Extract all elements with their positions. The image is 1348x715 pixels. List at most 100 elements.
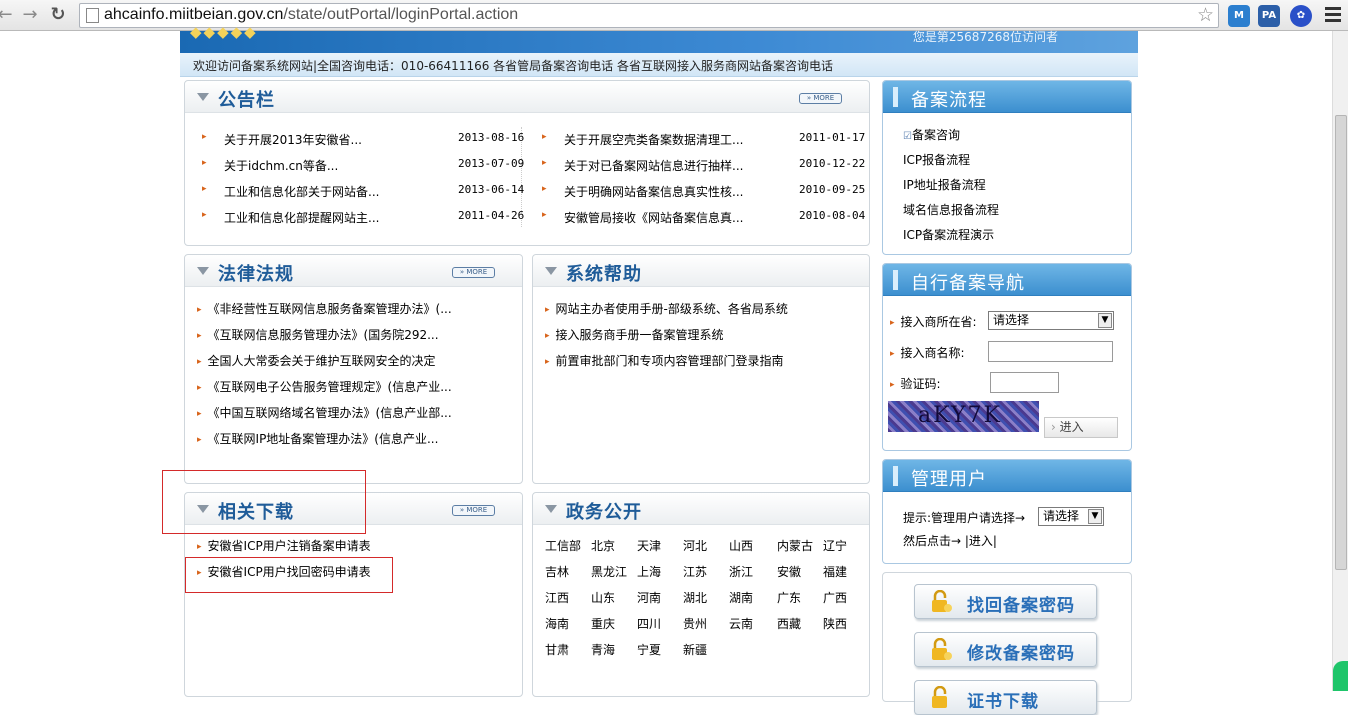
province-link[interactable]: 工信部 bbox=[545, 537, 581, 554]
floating-widget-icon[interactable] bbox=[1333, 661, 1348, 691]
law-item-title[interactable]: 《互联网IP地址备案管理办法》(信息产业... bbox=[208, 432, 439, 446]
province-link[interactable]: 山西 bbox=[729, 537, 753, 554]
province-link[interactable]: 上海 bbox=[637, 563, 661, 580]
process-item[interactable]: ICP报备流程 bbox=[903, 151, 970, 168]
recover-password-button[interactable]: 找回备案密码 bbox=[914, 584, 1097, 619]
notice-item[interactable]: ▸ 安徽管局接收《网站备案信息真... 2010-08-04 bbox=[542, 209, 865, 226]
notice-item[interactable]: ▸ 关于开展空壳类备案数据清理工... 2011-01-17 bbox=[542, 131, 865, 148]
province-link[interactable]: 安徽 bbox=[777, 563, 801, 580]
vertical-scrollbar[interactable] bbox=[1332, 31, 1348, 691]
process-item-title[interactable]: 域名信息报备流程 bbox=[903, 203, 999, 217]
help-item[interactable]: ▸ 网站主办者使用手册-部级系统、各省局系统 bbox=[545, 300, 788, 317]
notice-item-title[interactable]: 关于开展2013年安徽省... bbox=[224, 131, 362, 148]
province-link[interactable]: 内蒙古 bbox=[777, 537, 813, 554]
notice-item-title[interactable]: 关于对已备案网站信息进行抽样... bbox=[564, 157, 743, 174]
law-item[interactable]: ▸ 全国人大常委会关于维护互联网安全的决定 bbox=[197, 352, 436, 369]
notice-item-title[interactable]: 关于idchm.cn等备... bbox=[224, 157, 338, 174]
law-item-title[interactable]: 《非经营性互联网信息服务备案管理办法》(... bbox=[208, 302, 452, 316]
province-link[interactable]: 天津 bbox=[637, 537, 661, 554]
province-link[interactable]: 江苏 bbox=[683, 563, 707, 580]
notice-item-title[interactable]: 关于开展空壳类备案数据清理工... bbox=[564, 131, 743, 148]
province-link[interactable]: 湖南 bbox=[729, 589, 753, 606]
notice-item-title[interactable]: 工业和信息化部关于网站备... bbox=[224, 183, 379, 200]
notice-more-button[interactable]: » MORE bbox=[799, 93, 842, 104]
change-password-button[interactable]: 修改备案密码 bbox=[914, 632, 1097, 667]
law-item[interactable]: ▸ 《互联网IP地址备案管理办法》(信息产业... bbox=[197, 430, 438, 447]
law-more-button[interactable]: » MORE bbox=[452, 267, 495, 278]
url-text[interactable]: ahcainfo.miitbeian.gov.cn/state/outPorta… bbox=[104, 6, 518, 24]
province-link[interactable]: 江西 bbox=[545, 589, 569, 606]
province-link[interactable]: 河北 bbox=[683, 537, 707, 554]
help-item[interactable]: ▸ 接入服务商手册一备案管理系统 bbox=[545, 326, 724, 343]
province-link[interactable]: 云南 bbox=[729, 615, 753, 632]
download-more-button[interactable]: » MORE bbox=[452, 505, 495, 516]
notice-item[interactable]: ▸ 工业和信息化部关于网站备... 2013-06-14 bbox=[202, 183, 524, 200]
forward-icon[interactable]: → bbox=[19, 4, 41, 26]
certificate-download-button[interactable]: 证书下载 bbox=[914, 680, 1097, 715]
help-item-title[interactable]: 网站主办者使用手册-部级系统、各省局系统 bbox=[556, 302, 788, 316]
notice-item-title[interactable]: 关于明确网站备案信息真实性核... bbox=[564, 183, 743, 200]
enter-button[interactable]: › 进入 bbox=[1044, 417, 1118, 438]
law-item[interactable]: ▸ 《非经营性互联网信息服务备案管理办法》(... bbox=[197, 300, 452, 317]
process-item[interactable]: ☑备案咨询 bbox=[903, 126, 960, 143]
process-item-title[interactable]: ICP备案流程演示 bbox=[903, 228, 994, 242]
province-link[interactable]: 广东 bbox=[777, 589, 801, 606]
help-item[interactable]: ▸ 前置审批部门和专项内容管理部门登录指南 bbox=[545, 352, 784, 369]
province-link[interactable]: 黑龙江 bbox=[591, 563, 627, 580]
notice-item[interactable]: ▸ 关于开展2013年安徽省... 2013-08-16 bbox=[202, 131, 524, 148]
province-link[interactable]: 北京 bbox=[591, 537, 615, 554]
baidu-paw-icon[interactable]: ✿ bbox=[1290, 5, 1312, 27]
province-link[interactable]: 广西 bbox=[823, 589, 847, 606]
process-item-title[interactable]: IP地址报备流程 bbox=[903, 178, 986, 192]
provider-name-input[interactable] bbox=[988, 341, 1113, 362]
notice-item[interactable]: ▸ 关于idchm.cn等备... 2013-07-09 bbox=[202, 157, 524, 174]
province-select[interactable]: 请选择 ▼ bbox=[988, 311, 1114, 330]
notice-item[interactable]: ▸ 关于明确网站备案信息真实性核... 2010-09-25 bbox=[542, 183, 865, 200]
reload-icon[interactable]: ↻ bbox=[47, 4, 69, 26]
province-link[interactable]: 西藏 bbox=[777, 615, 801, 632]
province-link[interactable]: 河南 bbox=[637, 589, 661, 606]
province-link[interactable]: 重庆 bbox=[591, 615, 615, 632]
law-item-title[interactable]: 《互联网电子公告服务管理规定》(信息产业... bbox=[208, 380, 452, 394]
province-link[interactable]: 福建 bbox=[823, 563, 847, 580]
process-item-title[interactable]: 备案咨询 bbox=[912, 128, 960, 142]
province-link[interactable]: 辽宁 bbox=[823, 537, 847, 554]
process-item-title[interactable]: ICP报备流程 bbox=[903, 153, 970, 167]
province-link[interactable]: 陕西 bbox=[823, 615, 847, 632]
manage-enter-link[interactable]: |进入| bbox=[965, 534, 997, 548]
province-link[interactable]: 浙江 bbox=[729, 563, 753, 580]
menu-icon[interactable] bbox=[1325, 7, 1341, 25]
law-item-title[interactable]: 《互联网信息服务管理办法》(国务院292... bbox=[208, 328, 439, 342]
province-link[interactable]: 宁夏 bbox=[637, 641, 661, 658]
captcha-input[interactable] bbox=[990, 372, 1059, 393]
help-item-title[interactable]: 前置审批部门和专项内容管理部门登录指南 bbox=[556, 354, 784, 368]
law-item[interactable]: ▸ 《中国互联网络域名管理办法》(信息产业部... bbox=[197, 404, 452, 421]
law-item[interactable]: ▸ 《互联网信息服务管理办法》(国务院292... bbox=[197, 326, 439, 343]
province-link[interactable]: 甘肃 bbox=[545, 641, 569, 658]
extension-icon[interactable]: M bbox=[1228, 5, 1250, 27]
manage-user-select[interactable]: 请选择 ▼ bbox=[1038, 507, 1104, 526]
process-item[interactable]: ICP备案流程演示 bbox=[903, 226, 994, 243]
extension-pa-icon[interactable]: PA bbox=[1258, 5, 1280, 27]
notice-item[interactable]: ▸ 工业和信息化部提醒网站主... 2011-04-26 bbox=[202, 209, 524, 226]
help-item-title[interactable]: 接入服务商手册一备案管理系统 bbox=[556, 328, 724, 342]
province-link[interactable]: 湖北 bbox=[683, 589, 707, 606]
law-item[interactable]: ▸ 《互联网电子公告服务管理规定》(信息产业... bbox=[197, 378, 452, 395]
download-item[interactable]: ▸ 安徽省ICP用户注销备案申请表 bbox=[197, 537, 371, 554]
province-link[interactable]: 海南 bbox=[545, 615, 569, 632]
process-item[interactable]: 域名信息报备流程 bbox=[903, 201, 999, 218]
bookmark-star-icon[interactable]: ☆ bbox=[1197, 4, 1214, 27]
notice-item-title[interactable]: 工业和信息化部提醒网站主... bbox=[224, 209, 379, 226]
province-link[interactable]: 新疆 bbox=[683, 641, 707, 658]
process-item[interactable]: IP地址报备流程 bbox=[903, 176, 986, 193]
law-item-title[interactable]: 全国人大常委会关于维护互联网安全的决定 bbox=[208, 354, 436, 368]
province-link[interactable]: 青海 bbox=[591, 641, 615, 658]
province-link[interactable]: 贵州 bbox=[683, 615, 707, 632]
notice-item-title[interactable]: 安徽管局接收《网站备案信息真... bbox=[564, 209, 743, 226]
province-link[interactable]: 四川 bbox=[637, 615, 661, 632]
province-link[interactable]: 吉林 bbox=[545, 563, 569, 580]
back-icon[interactable]: ← bbox=[0, 4, 16, 26]
notice-item[interactable]: ▸ 关于对已备案网站信息进行抽样... 2010-12-22 bbox=[542, 157, 865, 174]
law-item-title[interactable]: 《中国互联网络域名管理办法》(信息产业部... bbox=[208, 406, 452, 420]
download-item-title[interactable]: 安徽省ICP用户注销备案申请表 bbox=[208, 539, 371, 553]
